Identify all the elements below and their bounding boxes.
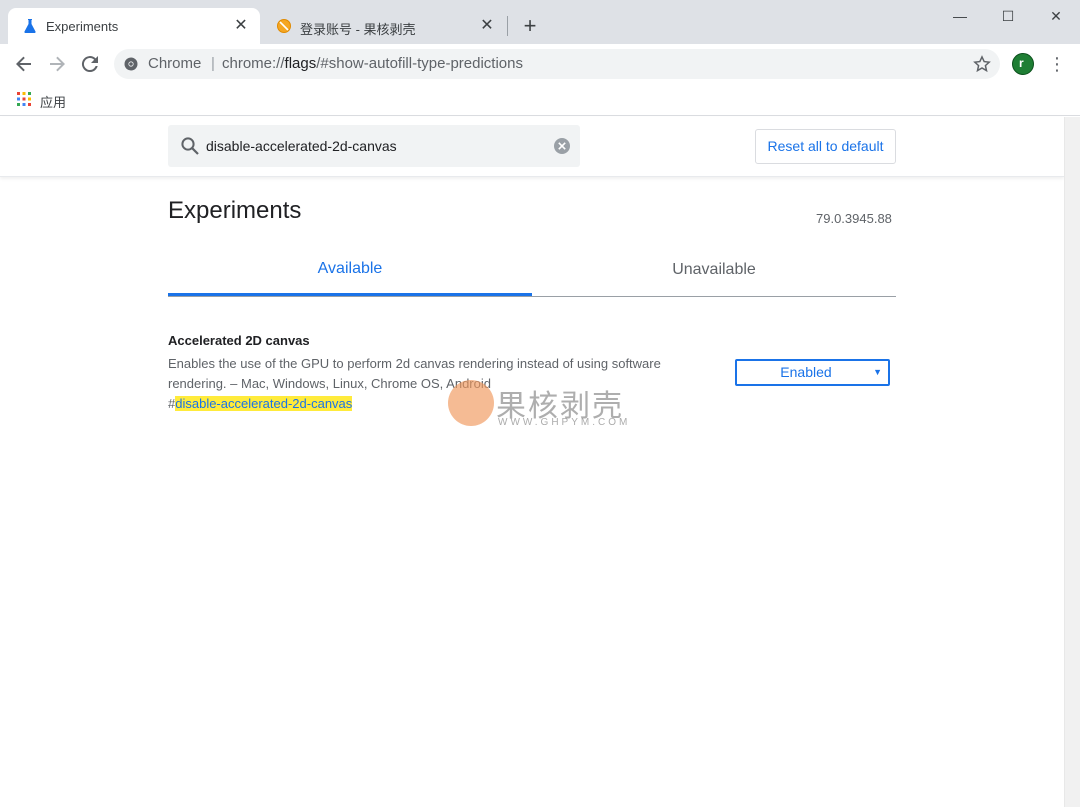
minimize-icon[interactable]: — [948,6,972,26]
tab-login[interactable]: 登录账号 - 果核剥壳 ✕ [262,8,506,44]
experiment-description: Enables the use of the GPU to perform 2d… [168,356,661,391]
bookmarks-bar: 应用 [0,84,1080,116]
forward-arrow-icon[interactable] [45,52,69,76]
search-box [168,125,580,167]
clear-search-icon[interactable] [553,137,571,155]
back-arrow-icon[interactable] [12,52,36,76]
apps-grid-icon[interactable] [16,91,32,107]
more-vert-icon[interactable]: ⋮ [1046,53,1068,75]
experiment-permalink[interactable]: #disable-accelerated-2d-canvas [168,396,353,411]
flags-tabs: Available Unavailable [168,253,896,297]
chrome-chip: Chrome [148,55,202,72]
tab-strip: Experiments ✕ 登录账号 - 果核剥壳 ✕ + — ☐ ✕ [0,0,1080,44]
url-text: chrome://flags/#show-autofill-type-predi… [222,55,523,72]
bookmark-star-icon[interactable] [972,54,992,74]
flags-header: Reset all to default [0,117,1064,177]
search-input[interactable] [206,125,546,167]
flask-icon [24,19,36,33]
reload-icon[interactable] [78,52,102,76]
omnibox-separator: | [211,55,215,72]
tab-title: 登录账号 - 果核剥壳 [300,22,416,37]
selected-value: Enabled [780,364,832,380]
watermark-url: WWW.GHPYM.COM [498,417,631,428]
experiment-state-select[interactable]: Enabled ▼ [735,359,890,386]
close-icon[interactable]: ✕ [232,17,250,35]
chrome-icon [124,57,138,71]
window-close-icon[interactable]: ✕ [1044,6,1068,26]
page-title: Experiments [168,197,302,224]
scrollbar[interactable] [1064,117,1080,807]
blocked-icon [277,19,291,33]
tab-available[interactable]: Available [168,253,532,296]
reset-all-button[interactable]: Reset all to default [755,129,896,164]
flags-page: Reset all to default Experiments 79.0.39… [0,117,1080,807]
tab-separator [507,16,508,36]
tab-title: Experiments [46,19,119,34]
version-label: 79.0.3945.88 [816,211,892,226]
new-tab-plus-icon[interactable]: + [518,14,542,38]
experiment-name: Accelerated 2D canvas [168,333,310,348]
dropdown-arrow-icon: ▼ [873,367,882,377]
search-icon [181,137,199,155]
tab-experiments[interactable]: Experiments ✕ [8,8,260,44]
close-icon[interactable]: ✕ [478,17,496,35]
avatar[interactable]: r [1012,53,1034,75]
address-bar[interactable]: Chrome | chrome://flags/#show-autofill-t… [114,49,1000,79]
active-tab-indicator [168,293,532,296]
tab-unavailable[interactable]: Unavailable [532,253,896,296]
apps-bookmark-label[interactable]: 应用 [40,92,66,111]
toolbar: Chrome | chrome://flags/#show-autofill-t… [0,44,1080,84]
maximize-icon[interactable]: ☐ [996,6,1020,26]
